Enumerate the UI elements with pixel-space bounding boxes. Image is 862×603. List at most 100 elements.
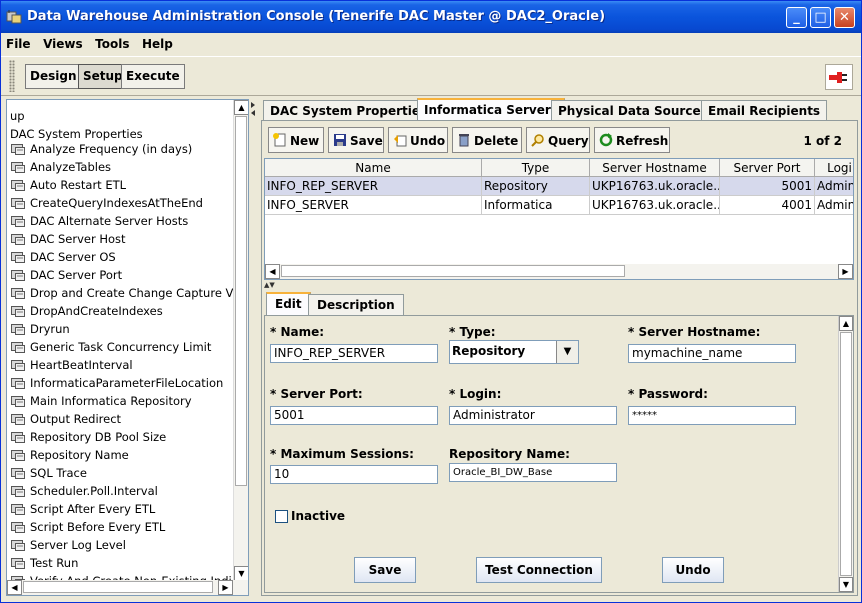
tree-item[interactable]: DAC Alternate Server Hosts — [11, 212, 188, 230]
maximize-button[interactable]: □ — [810, 7, 831, 28]
tree-item[interactable]: DAC Server OS — [11, 248, 116, 266]
tree-item[interactable]: Script Before Every ETL — [11, 518, 165, 536]
scroll-down-arrow-icon[interactable]: ▼ — [839, 577, 853, 592]
type-select[interactable]: Repository ▼ — [449, 340, 579, 364]
tree-item[interactable]: DAC Server Host — [11, 230, 126, 248]
tree-item[interactable]: InformaticaParameterFileLocation — [11, 374, 223, 392]
form-scroll-thumb[interactable] — [840, 332, 852, 576]
table-horizontal-scrollbar[interactable]: ◀ ▶ — [265, 264, 853, 279]
login-field[interactable]: Administrator — [449, 406, 617, 425]
tree-hscroll-thumb[interactable] — [23, 581, 213, 593]
tree-item-label: AnalyzeTables — [30, 160, 112, 174]
inactive-checkbox[interactable] — [275, 510, 288, 523]
undo-button[interactable]: Undo — [662, 557, 724, 583]
column-header-login[interactable]: Logi — [815, 159, 853, 177]
tree-item[interactable]: Script After Every ETL — [11, 500, 155, 518]
tab-email-recipients[interactable]: Email Recipients — [701, 100, 828, 121]
tree-item[interactable]: Main Informatica Repository — [11, 392, 192, 410]
tree-item[interactable]: SQL Trace — [11, 464, 87, 482]
save-record-button[interactable]: Save — [328, 127, 384, 153]
tree-item[interactable]: Output Redirect — [11, 410, 121, 428]
tree-item[interactable]: DropAndCreateIndexes — [11, 302, 163, 320]
tree-item[interactable]: Test Run — [11, 554, 78, 572]
property-node-icon — [11, 358, 25, 371]
delete-button[interactable]: Delete — [452, 127, 522, 153]
tree-item[interactable]: DAC Server Port — [11, 266, 122, 284]
tree-item[interactable]: Repository DB Pool Size — [11, 428, 166, 446]
type-select-value: Repository — [452, 344, 526, 358]
window-title: Data Warehouse Administration Console (T… — [27, 9, 606, 24]
menu-help[interactable]: Help — [137, 33, 177, 51]
menu-file[interactable]: File — [1, 33, 35, 51]
undo-record-button[interactable]: Undo — [388, 127, 448, 153]
split-divider[interactable]: ▲▼ — [262, 282, 857, 289]
tree-item[interactable]: Server Log Level — [11, 536, 126, 554]
disconnect-button[interactable] — [825, 64, 853, 90]
table-row[interactable]: INFO_SERVER Informatica UKP16763.uk.orac… — [265, 196, 853, 215]
table-hscroll-thumb[interactable] — [281, 265, 625, 277]
property-node-icon — [11, 448, 25, 461]
tree-item-label: DAC Server Host — [30, 232, 126, 246]
menu-views[interactable]: Views — [38, 33, 87, 51]
table-row[interactable]: INFO_REP_SERVER Repository UKP16763.uk.o… — [265, 177, 853, 196]
refresh-label: Refresh — [616, 134, 669, 148]
save-button[interactable]: Save — [354, 557, 416, 583]
tab-informatica-servers[interactable]: Informatica Servers — [417, 98, 565, 121]
query-button[interactable]: Query — [526, 127, 590, 153]
design-button[interactable]: Design — [25, 64, 82, 89]
tree-item[interactable]: Analyze Frequency (in days) — [11, 140, 192, 158]
tree-item[interactable]: HeartBeatInterval — [11, 356, 133, 374]
scroll-down-arrow-icon[interactable]: ▼ — [234, 566, 248, 581]
tree-item-label: Generic Task Concurrency Limit — [30, 340, 212, 354]
tab-description[interactable]: Description — [308, 294, 404, 315]
password-field[interactable]: ***** — [628, 406, 796, 425]
close-button[interactable]: ✕ — [834, 7, 855, 28]
column-header-name[interactable]: Name — [265, 159, 482, 177]
name-field[interactable]: INFO_REP_SERVER — [270, 344, 438, 363]
tree-item[interactable]: Repository Name — [11, 446, 129, 464]
chevron-down-icon[interactable]: ▼ — [556, 341, 578, 363]
execute-button[interactable]: Execute — [121, 64, 185, 89]
repository-name-field[interactable]: Oracle_BI_DW_Base — [449, 463, 617, 482]
tree-item[interactable]: Generic Task Concurrency Limit — [11, 338, 211, 356]
property-node-icon — [11, 502, 25, 515]
tree-vertical-scrollbar[interactable]: ▲ ▼ — [233, 100, 248, 581]
tab-physical-data-sources[interactable]: Physical Data Sources — [551, 100, 715, 121]
tree-item[interactable]: Drop and Create Change Capture Vie — [11, 284, 243, 302]
tree-item[interactable]: Auto Restart ETL — [11, 176, 126, 194]
server-hostname-field[interactable]: mymachine_name — [628, 344, 796, 363]
test-connection-button[interactable]: Test Connection — [476, 557, 602, 583]
collapse-arrows-icon[interactable] — [250, 99, 258, 119]
property-node-icon — [11, 250, 25, 263]
scroll-left-arrow-icon[interactable]: ◀ — [7, 580, 22, 595]
menu-tools[interactable]: Tools — [90, 33, 133, 51]
tree-item[interactable]: Scheduler.Poll.Interval — [11, 482, 158, 500]
scroll-left-arrow-icon[interactable]: ◀ — [265, 264, 280, 279]
tree-item[interactable]: Dryrun — [11, 320, 70, 338]
scroll-right-arrow-icon[interactable]: ▶ — [218, 580, 233, 595]
column-header-server-hostname[interactable]: Server Hostname — [590, 159, 720, 177]
new-button[interactable]: New — [268, 127, 324, 153]
toolbar-grip[interactable] — [9, 60, 15, 92]
form-vertical-scrollbar[interactable]: ▲ ▼ — [838, 316, 853, 592]
server-port-field[interactable]: 5001 — [270, 406, 438, 425]
tree-item[interactable]: CreateQueryIndexesAtTheEnd — [11, 194, 203, 212]
tree-scroll-thumb[interactable] — [235, 116, 247, 486]
maximum-sessions-field[interactable]: 10 — [270, 465, 438, 484]
panel-splitter[interactable] — [250, 99, 258, 596]
scroll-up-arrow-icon[interactable]: ▲ — [234, 100, 248, 115]
tab-edit[interactable]: Edit — [266, 292, 311, 315]
tree-item[interactable]: AnalyzeTables — [11, 158, 111, 176]
column-header-type[interactable]: Type — [482, 159, 590, 177]
tree-horizontal-scrollbar[interactable]: ◀ ▶ — [7, 580, 248, 595]
tree-item-label: Server Log Level — [30, 538, 126, 552]
minimize-button[interactable]: _ — [786, 7, 807, 28]
column-header-server-port[interactable]: Server Port — [720, 159, 815, 177]
new-icon — [273, 133, 286, 147]
tree-item-label: Main Informatica Repository — [30, 394, 192, 408]
scroll-right-arrow-icon[interactable]: ▶ — [838, 264, 853, 279]
refresh-button[interactable]: Refresh — [594, 127, 670, 153]
tab-dac-system-properties[interactable]: DAC System Properties — [263, 100, 435, 121]
property-node-icon — [11, 520, 25, 533]
scroll-up-arrow-icon[interactable]: ▲ — [839, 316, 853, 331]
